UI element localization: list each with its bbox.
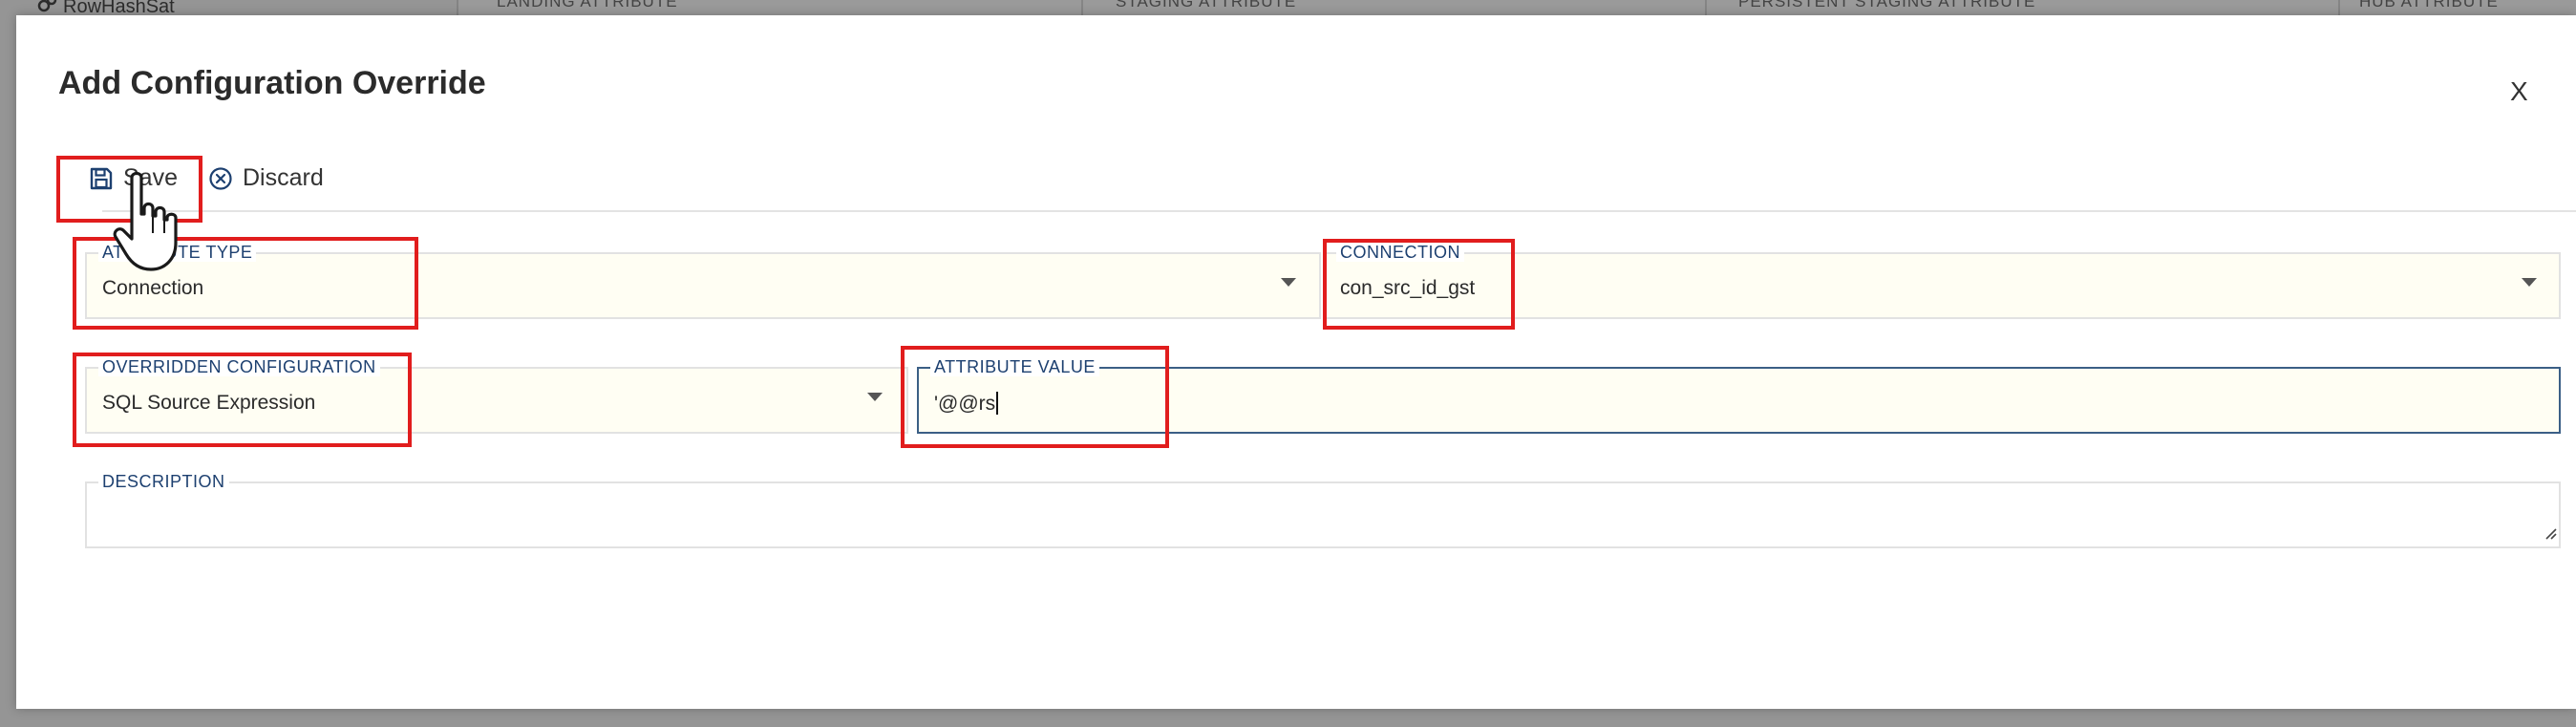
chevron-down-icon[interactable] bbox=[1281, 278, 1296, 287]
floppy-disk-icon bbox=[89, 166, 114, 191]
overridden-configuration-value: SQL Source Expression bbox=[102, 392, 316, 414]
description-label: DESCRIPTION bbox=[98, 472, 229, 491]
attribute-value-text: '@@rs bbox=[934, 392, 999, 416]
background-divider bbox=[1705, 0, 1707, 15]
overridden-configuration-label: OVERRIDDEN CONFIGURATION bbox=[98, 357, 380, 376]
background-divider bbox=[2338, 0, 2340, 15]
overridden-configuration-select[interactable]: OVERRIDDEN CONFIGURATION SQL Source Expr… bbox=[85, 357, 908, 434]
dialog-title: Add Configuration Override bbox=[58, 65, 486, 101]
attribute-value-label: ATTRIBUTE VALUE bbox=[930, 357, 1099, 376]
background-column-header: PERSISTENT STAGING ATTRIBUTE bbox=[1738, 0, 2036, 11]
close-button[interactable]: X bbox=[2510, 78, 2528, 105]
background-column-header: STAGING ATTRIBUTE bbox=[1116, 0, 1297, 11]
connection-label: CONNECTION bbox=[1336, 243, 1464, 262]
hand-pointer-icon bbox=[113, 170, 185, 278]
background-divider bbox=[1081, 0, 1083, 15]
chevron-down-icon[interactable] bbox=[2522, 278, 2537, 287]
toolbar-divider bbox=[102, 210, 2576, 212]
resize-grip-icon[interactable] bbox=[2542, 524, 2557, 545]
attribute-type-value: Connection bbox=[102, 277, 204, 299]
background-column-header: HUB ATTRIBUTE bbox=[2359, 0, 2499, 11]
attribute-value-input[interactable]: ATTRIBUTE VALUE '@@rs bbox=[917, 357, 2561, 434]
background-footer bbox=[0, 709, 2576, 727]
attribute-type-select[interactable]: ATTRIBUTE TYPE Connection bbox=[85, 243, 1321, 319]
discard-label: Discard bbox=[243, 164, 324, 191]
chevron-down-icon[interactable] bbox=[867, 393, 883, 401]
add-configuration-override-dialog: Add Configuration Override X Save Discar… bbox=[16, 15, 2576, 709]
text-cursor bbox=[996, 392, 999, 415]
connection-value: con_src_id_gst bbox=[1340, 277, 1476, 299]
background-column-header: LANDING ATTRIBUTE bbox=[497, 0, 678, 11]
circle-x-icon bbox=[208, 166, 233, 191]
connection-select[interactable]: CONNECTION con_src_id_gst bbox=[1323, 243, 2561, 319]
discard-button[interactable]: Discard bbox=[208, 164, 324, 192]
description-textarea[interactable]: DESCRIPTION bbox=[85, 472, 2561, 548]
